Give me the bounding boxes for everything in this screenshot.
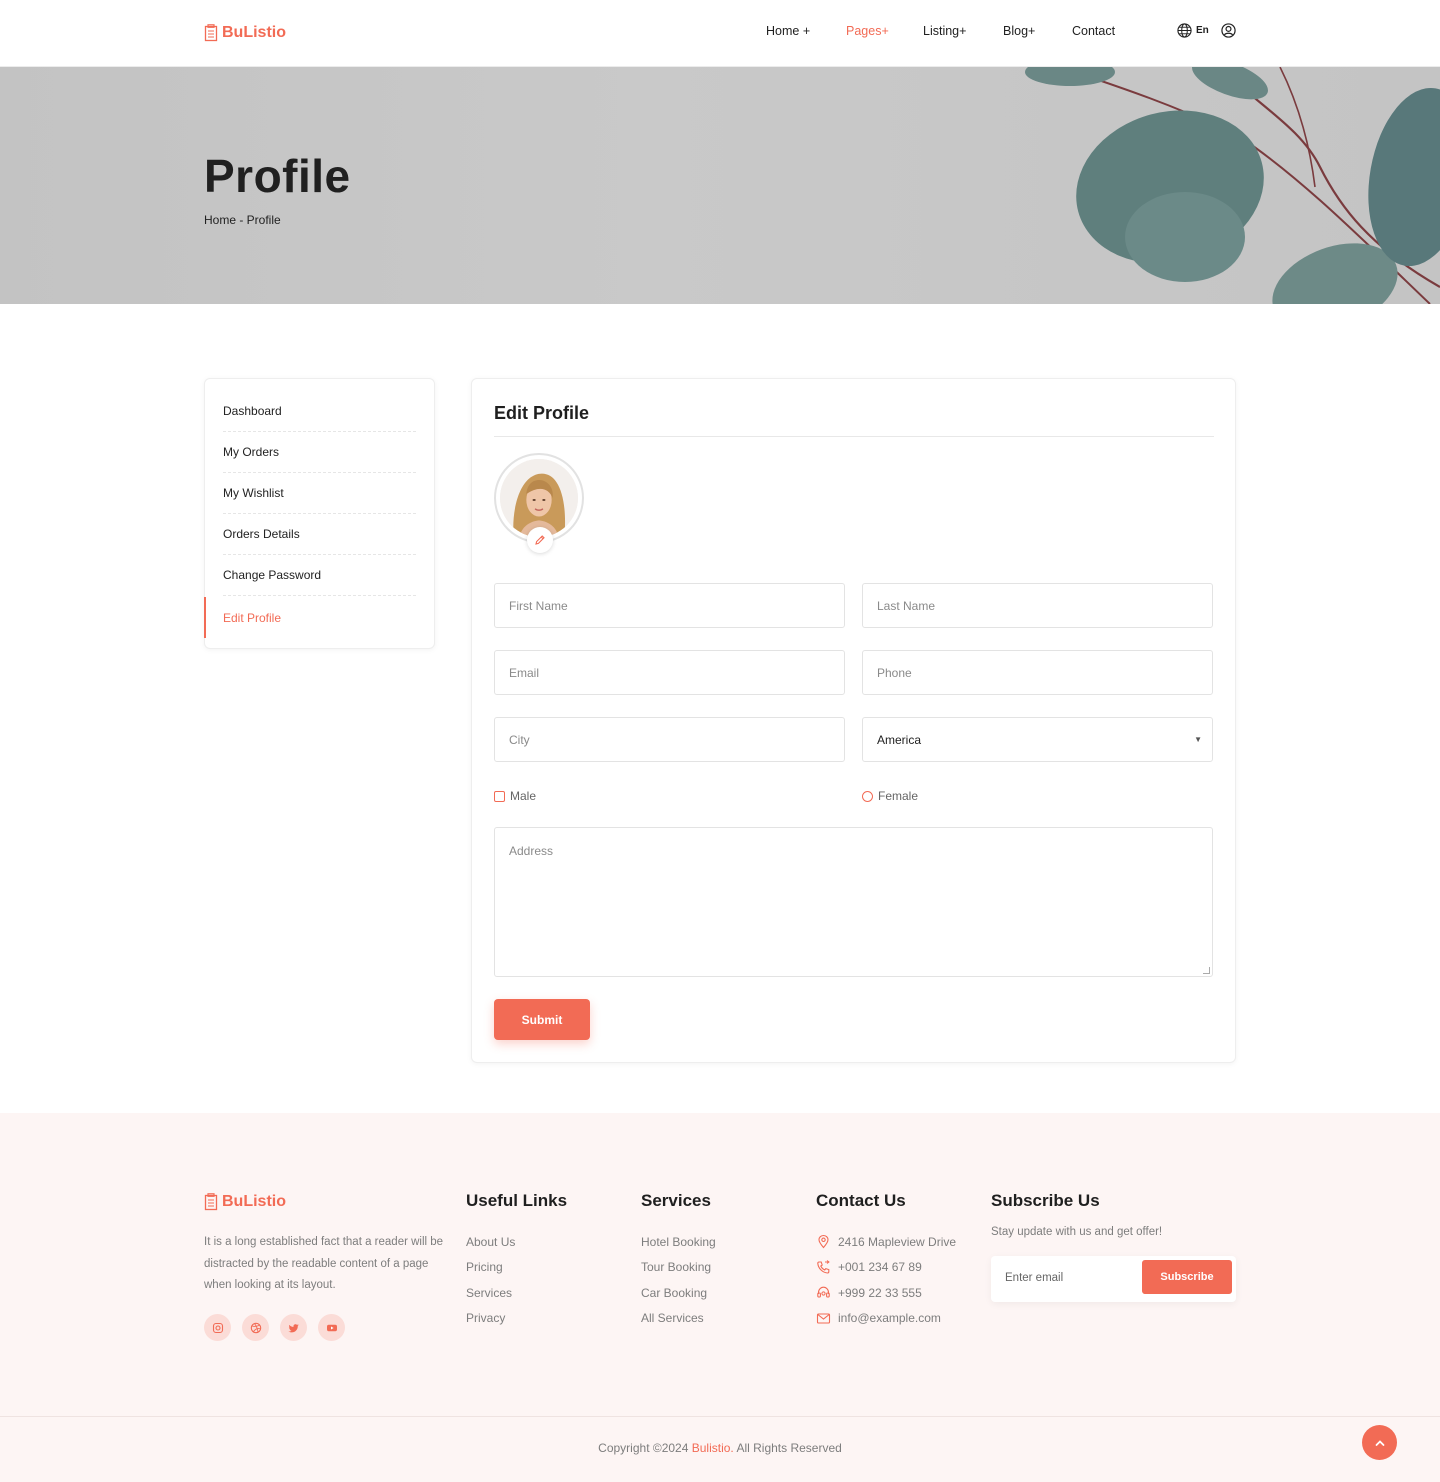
footer-link-privacy[interactable]: Privacy	[466, 1306, 567, 1332]
brand-logo[interactable]: BuListio	[204, 24, 286, 42]
phone-field[interactable]	[862, 650, 1213, 695]
useful-links-heading: Useful Links	[466, 1191, 568, 1210]
edit-avatar-button[interactable]	[527, 527, 553, 553]
nav-blog[interactable]: Blog+	[1003, 24, 1035, 38]
gender-female-option[interactable]: Female	[862, 789, 918, 803]
contact-heading: Contact Us	[816, 1191, 906, 1210]
footer-link-tour-booking[interactable]: Tour Booking	[641, 1255, 716, 1281]
footer-link-about[interactable]: About Us	[466, 1229, 567, 1255]
services-heading: Services	[641, 1191, 711, 1210]
sidebar-item-my-wishlist[interactable]: My Wishlist	[223, 473, 416, 514]
address-textarea[interactable]: Address	[494, 827, 1213, 977]
footer-link-services[interactable]: Services	[466, 1280, 567, 1306]
chevron-down-icon: ▼	[1194, 735, 1202, 744]
last-name-field[interactable]	[862, 583, 1213, 628]
contact-address: 2416 Mapleview Drive	[816, 1229, 956, 1255]
gender-male-option[interactable]: Male	[494, 789, 536, 803]
contact-phone-2-text: +999 22 33 555	[838, 1285, 922, 1300]
page-title: Profile	[204, 150, 351, 202]
footer-description: It is a long established fact that a rea…	[204, 1236, 444, 1291]
gender-male-label: Male	[510, 789, 537, 803]
country-select[interactable]: America ▼	[862, 717, 1213, 762]
checkbox[interactable]	[494, 790, 505, 802]
site-header: BuListio Home + Pages+ Listing+ Blog+ Co…	[0, 0, 1440, 67]
subscribe-button[interactable]: Subscribe	[1142, 1260, 1232, 1294]
copyright-prefix: Copyright ©2024	[598, 1441, 692, 1455]
nav-home[interactable]: Home +	[766, 24, 810, 38]
copyright: Copyright ©2024 Bulistio. All Rights Res…	[0, 1441, 1440, 1455]
subscribe-column: Subscribe Us Stay update with us and get…	[991, 1191, 1162, 1238]
card-title: Edit Profile	[494, 403, 590, 423]
brand-name: BuListio	[222, 24, 286, 41]
sidebar-item-dashboard[interactable]: Dashboard	[223, 391, 416, 432]
mail-icon	[816, 1313, 831, 1324]
services-column: Services Hotel Booking Tour Booking Car …	[641, 1191, 716, 1331]
page-hero: Profile Home - Profile	[0, 67, 1440, 304]
contact-phone-1-text: +001 234 67 89	[838, 1260, 922, 1275]
building-icon	[204, 1193, 218, 1211]
active-indicator	[204, 597, 206, 638]
account-sidebar: Dashboard My Orders My Wishlist Orders D…	[204, 378, 435, 649]
sidebar-item-change-password[interactable]: Change Password	[223, 555, 416, 596]
useful-links-column: Useful Links About Us Pricing Services P…	[466, 1191, 567, 1331]
site-footer: BuListio It is a long established fact t…	[0, 1113, 1440, 1482]
nav-pages[interactable]: Pages+	[846, 24, 889, 38]
subscribe-email-input[interactable]: Enter email	[1005, 1272, 1063, 1284]
avatar-image	[500, 459, 578, 537]
contact-address-text: 2416 Mapleview Drive	[838, 1234, 957, 1249]
contact-phone-2[interactable]: +999 22 33 555	[816, 1280, 956, 1306]
footer-link-hotel-booking[interactable]: Hotel Booking	[641, 1229, 716, 1255]
contact-column: Contact Us 2416 Mapleview Drive +001 234…	[816, 1191, 956, 1331]
contact-phone-1[interactable]: +001 234 67 89	[816, 1255, 956, 1281]
city-field[interactable]	[494, 717, 845, 762]
footer-brand-logo[interactable]: BuListio	[204, 1193, 286, 1211]
edit-profile-card: Edit Profile America ▼ Male	[471, 378, 1236, 1063]
subscribe-form: Enter email Subscribe	[991, 1256, 1236, 1302]
first-name-field[interactable]	[494, 583, 845, 628]
breadcrumb: Home - Profile	[204, 213, 281, 227]
headset-icon	[817, 1286, 830, 1298]
footer-link-pricing[interactable]: Pricing	[466, 1255, 567, 1281]
social-links	[204, 1314, 345, 1341]
language-label: En	[1196, 25, 1209, 36]
submit-button[interactable]: Submit	[494, 999, 590, 1040]
email-field[interactable]	[494, 650, 845, 695]
radio-button[interactable]	[862, 790, 873, 802]
dribbble-icon[interactable]	[242, 1314, 269, 1341]
language-switcher[interactable]: En	[1177, 23, 1209, 38]
resize-handle[interactable]	[1203, 967, 1210, 974]
twitter-icon[interactable]	[280, 1314, 307, 1341]
subscribe-text: Stay update with us and get offer!	[991, 1226, 1163, 1238]
address-placeholder: Address	[509, 844, 554, 858]
country-value: America	[877, 732, 922, 747]
footer-divider	[0, 1416, 1440, 1417]
sidebar-item-edit-profile[interactable]: Edit Profile	[223, 597, 416, 638]
back-to-top-button[interactable]	[1362, 1425, 1397, 1460]
copyright-brand[interactable]: Bulistio.	[692, 1441, 734, 1455]
gender-female-label: Female	[878, 789, 919, 803]
footer-brand-name: BuListio	[222, 1193, 286, 1210]
instagram-icon[interactable]	[204, 1314, 231, 1341]
chevron-up-icon	[1375, 1439, 1384, 1446]
nav-contact[interactable]: Contact	[1072, 24, 1115, 38]
building-icon	[204, 24, 218, 42]
footer-link-all-services[interactable]: All Services	[641, 1306, 716, 1332]
youtube-icon[interactable]	[318, 1314, 345, 1341]
globe-icon	[1177, 23, 1192, 38]
contact-email-text: info@example.com	[838, 1311, 941, 1326]
copyright-suffix: All Rights Reserved	[733, 1441, 842, 1455]
user-account-icon[interactable]	[1221, 23, 1236, 43]
pencil-icon	[535, 535, 545, 545]
map-pin-icon	[818, 1235, 829, 1249]
sidebar-item-orders-details[interactable]: Orders Details	[223, 514, 416, 555]
footer-link-car-booking[interactable]: Car Booking	[641, 1280, 716, 1306]
contact-email[interactable]: info@example.com	[816, 1306, 956, 1332]
divider	[494, 436, 1214, 437]
nav-listing[interactable]: Listing+	[923, 24, 966, 38]
eucalyptus-leaves-image	[1025, 67, 1440, 304]
phone-icon	[817, 1259, 830, 1274]
subscribe-heading: Subscribe Us	[991, 1191, 1100, 1210]
sidebar-item-my-orders[interactable]: My Orders	[223, 432, 416, 473]
